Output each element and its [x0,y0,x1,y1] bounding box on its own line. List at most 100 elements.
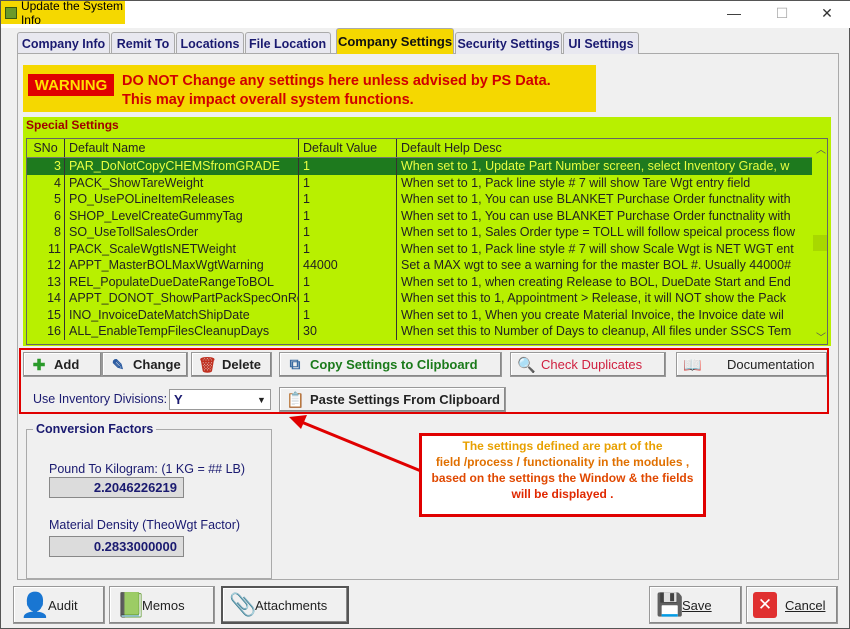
cell-sno: 12 [27,257,65,274]
cell-desc: When set this to 1, Appointment > Releas… [401,291,787,306]
table-row[interactable]: 16 ALL_EnableTempFilesCleanupDays 30 When s… [27,323,812,340]
pound-to-kilogram-field[interactable]: 2.2046226219 [49,477,184,498]
column-header-name[interactable]: Default Name [65,139,299,157]
auditor-icon: 👤 [20,591,50,619]
cell-name: INO_InvoiceDateMatchShipDate [65,306,299,323]
annotation-line-1: The settings defined are part of the [462,439,663,453]
scroll-thumb[interactable] [813,235,827,251]
window-title: Update the System Info [20,0,124,27]
cell-value: 1 [299,174,397,191]
warning-line-1: DO NOT Change any settings here unless a… [122,73,551,89]
cell-sno: 3 [27,158,65,175]
cell-desc: Set a MAX wgt to see a warning for the m… [401,258,792,273]
maximize-button[interactable]: ☐ [767,5,797,22]
settings-grid[interactable]: SNo Default Name Default Value Default H… [26,138,828,345]
grid-scrollbar[interactable]: ︿ ﹀ [812,139,827,344]
attachments-label: Attachments [255,597,328,613]
special-settings-panel: Special Settings SNo Default Name Defaul… [23,117,831,346]
save-label: Save [682,597,712,613]
table-row[interactable]: 12 APPT_MasterBOLMaxWgtWarning 44000 Set a … [27,257,812,274]
book-icon: 📗 [116,591,146,619]
floppy-disk-icon: 💾 [656,592,684,617]
highlight-box [19,348,829,414]
cell-sno: 15 [27,306,65,323]
audit-label: Audit [48,597,78,613]
close-button[interactable]: ✕ [812,5,842,22]
cell-desc: When set to 1, Pack line style # 7 will … [401,175,751,190]
cell-sno: 8 [27,224,65,241]
table-row[interactable]: 11 PACK_ScaleWgtIsNETWeight 1 When set to 1… [27,240,812,257]
scroll-up-icon[interactable]: ︿ [816,141,826,156]
cancel-x-icon: ✕ [753,592,777,618]
cell-name: SHOP_LevelCreateGummyTag [65,207,299,224]
cell-desc: When set to 1, When you create Material … [401,307,784,322]
cell-value: 1 [299,207,397,224]
cell-desc: When set to 1, when creating Release to … [401,274,791,289]
cancel-label: Cancel [785,597,826,613]
material-density-field[interactable]: 0.2833000000 [49,536,184,557]
cell-name: APPT_DONOT_ShowPartPackSpecOnRe [65,290,299,307]
table-row[interactable]: 3 PAR_DoNotCopyCHEMSfromGRADE 1 When set to… [27,158,812,175]
table-row[interactable]: 15 INO_InvoiceDateMatchShipDate 1 When set … [27,306,812,323]
cell-sno: 13 [27,273,65,290]
table-row[interactable]: 6 SHOP_LevelCreateGummyTag 1 When set to 1,… [27,207,812,224]
table-row[interactable]: 8 SO_UseTollSalesOrder 1 When set to 1, Sal… [27,224,812,241]
minimize-button[interactable]: — [719,5,749,21]
annotation-callout: The settings defined are part of the fie… [419,433,706,517]
column-header-sno[interactable]: SNo [27,139,65,157]
cell-name: PACK_ScaleWgtIsNETWeight [65,240,299,257]
cell-value: 1 [299,290,397,307]
conversion-factors-group: Conversion Factors Pound To Kilogram: (1… [26,422,272,579]
table-row[interactable]: 13 REL_PopulateDueDateRangeToBOL 1 When set… [27,273,812,290]
memos-button[interactable]: 📗 Memos [109,586,215,624]
tab-file-location[interactable]: File Location [245,32,331,54]
cell-value: 44000 [299,257,397,274]
column-header-value[interactable]: Default Value [299,139,397,157]
cancel-button[interactable]: ✕ Cancel [746,586,838,624]
tab-company-settings[interactable]: Company Settings [336,28,454,54]
cell-name: APPT_MasterBOLMaxWgtWarning [65,257,299,274]
cell-desc: When set to 1, You can use BLANKET Purch… [401,208,791,223]
material-density-label: Material Density (TheoWgt Factor) [49,518,241,532]
tab-locations[interactable]: Locations [176,32,244,54]
cell-desc: When set to 1, Sales Order type = TOLL w… [401,225,796,240]
tab-ui-settings[interactable]: UI Settings [563,32,639,54]
conversion-factors-title: Conversion Factors [33,422,157,436]
cell-desc: When set to 1, You can use BLANKET Purch… [401,192,791,207]
cell-value: 1 [299,240,397,257]
cell-name: PACK_ShowTareWeight [65,174,299,191]
table-row[interactable]: 14 APPT_DONOT_ShowPartPackSpecOnRe 1 When s… [27,290,812,307]
cell-sno: 4 [27,174,65,191]
memos-label: Memos [142,597,185,613]
annotation-line-3: based on the settings the Window & the f… [431,471,694,485]
table-row[interactable]: 4 PACK_ShowTareWeight 1 When set to 1, Pack… [27,174,812,191]
cell-sno: 14 [27,290,65,307]
audit-button[interactable]: 👤 Audit [13,586,105,624]
cell-sno: 5 [27,191,65,208]
cell-name: PAR_DoNotCopyCHEMSfromGRADE [65,158,299,175]
cell-desc: When set this to Number of Days to clean… [401,324,792,339]
column-header-desc[interactable]: Default Help Desc [397,139,812,157]
title-bar: Update the System Info — ☐ ✕ [1,0,850,28]
cell-value: 1 [299,273,397,290]
cell-desc: When set to 1, Pack line style # 7 will … [401,241,794,256]
paperclip-icon: 📎 [229,592,257,617]
cell-desc: When set to 1, Update Part Number screen… [401,159,790,174]
cell-name: REL_PopulateDueDateRangeToBOL [65,273,299,290]
cell-value: 1 [299,158,397,175]
attachments-button[interactable]: 📎 Attachments [221,586,349,624]
cell-name: ALL_EnableTempFilesCleanupDays [65,323,299,340]
grid-header: SNo Default Name Default Value Default H… [27,139,812,158]
annotation-arrow [289,415,422,473]
scroll-down-icon[interactable]: ﹀ [816,329,826,344]
save-button[interactable]: 💾 Save [649,586,742,624]
table-row[interactable]: 5 PO_UsePOLineItemReleases 1 When set to 1,… [27,191,812,208]
cell-value: 1 [299,224,397,241]
cell-sno: 16 [27,323,65,340]
pound-to-kilogram-label: Pound To Kilogram: (1 KG = ## LB) [49,462,246,476]
tab-security-settings[interactable]: Security Settings [455,32,562,54]
cell-name: SO_UseTollSalesOrder [65,224,299,241]
annotation-line-4: will be displayed . [511,487,614,501]
tab-remit-to[interactable]: Remit To [111,32,175,54]
tab-company-info[interactable]: Company Info [17,32,110,54]
